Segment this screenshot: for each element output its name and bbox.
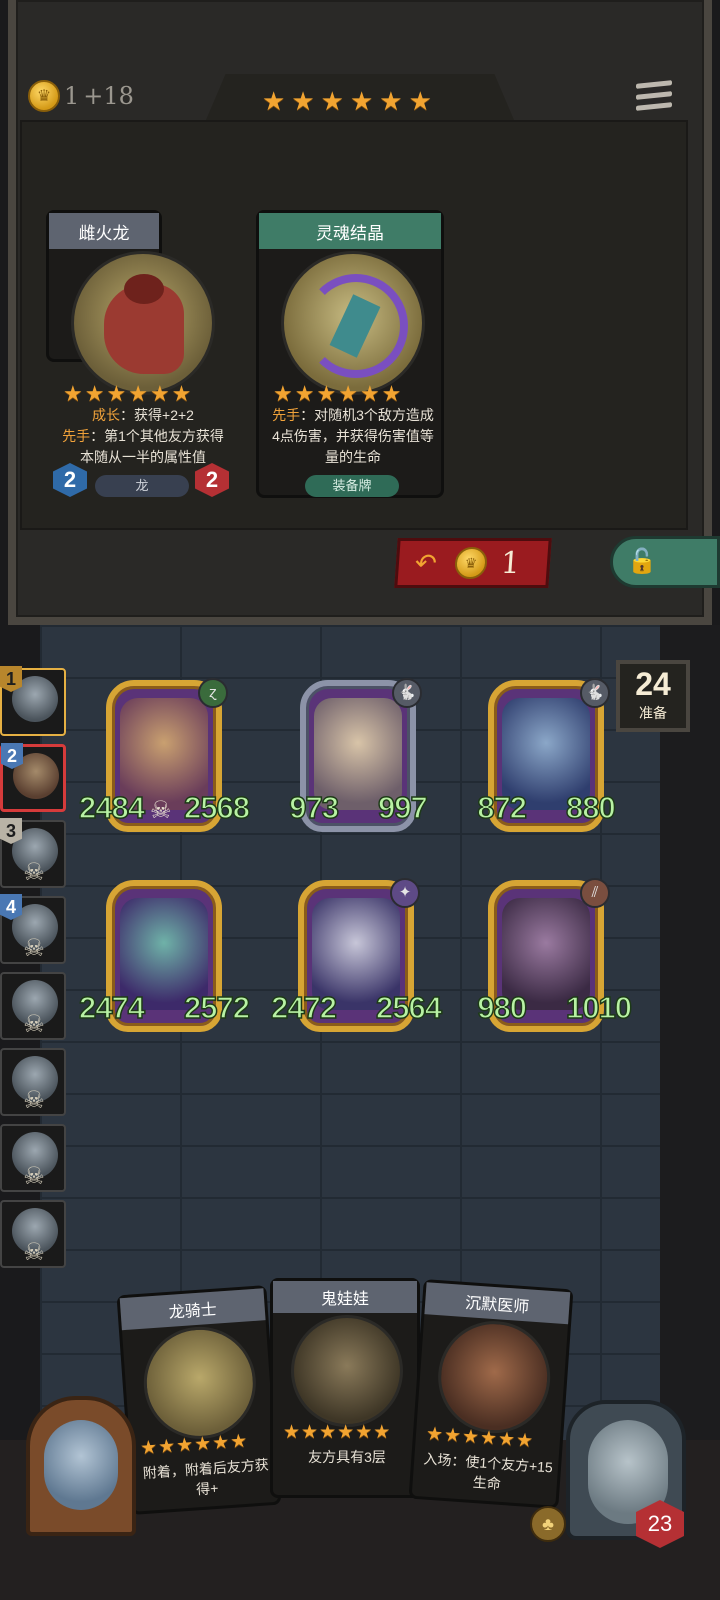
hero-power-button[interactable]: ♣ [530, 1506, 566, 1542]
card-art-crystal [281, 251, 425, 395]
board-minion[interactable]: 🐇 872 880 [477, 678, 616, 832]
gold-coin-icon: ♛ [28, 80, 60, 112]
player-slot-dead[interactable]: ☠ [0, 1048, 66, 1116]
rank-badge: 4 [0, 894, 22, 920]
skull-icon: ☠ [23, 1239, 45, 1266]
card-description: 友方具有3层 [308, 1449, 386, 1465]
card-name: 鬼娃娃 [273, 1281, 417, 1313]
player-slot-opponent[interactable]: 2 [0, 743, 66, 812]
minion-attack: 872 [477, 789, 528, 826]
card-stars: ★ ★ ★ ★ ★ ★ [425, 1423, 534, 1453]
star-icon: ★ [291, 86, 315, 116]
tribe-beast-icon: 🐇 [580, 678, 610, 708]
tribe-arcane-icon: ✦ [390, 878, 420, 908]
board-minion[interactable]: ɀ ☠ 2484 2568 [78, 678, 251, 832]
menu-icon-bar [636, 80, 672, 89]
minion-health: 2564 [375, 989, 442, 1026]
timer-value: 24 [635, 666, 671, 702]
board-minion[interactable]: ⫽ 980 1010 [477, 878, 633, 1032]
refresh-cost: 1 [499, 545, 522, 581]
minion-health: 2572 [183, 989, 250, 1026]
opponent-hero-portrait[interactable] [26, 1396, 136, 1536]
player-slot-dead[interactable]: ☠ [0, 1124, 66, 1192]
shop-card-minion[interactable]: 雌火龙 ★ ★ ★ ★ ★ ★ 成长：获得+2+2 先手：第1个其他友方获得本随从一半的属… [46, 210, 229, 497]
lock-icon: 🔓 [627, 548, 657, 575]
shop-card-equipment[interactable]: 灵魂结晶 ★ ★ ★ ★ ★ ★ 先手：对随机3个敌方造成4点伤害，并获得伤害值等量的生命… [256, 210, 444, 498]
card-stars: ★ ★ ★ ★ ★ ★ [139, 1430, 249, 1460]
minion-attack: 2484 [78, 789, 145, 826]
timer: 24 准备 [616, 660, 690, 732]
hand-card[interactable]: 沉默医师 ★ ★ ★ ★ ★ ★ 入场：使1个友方+15生命 [408, 1279, 574, 1509]
minion-attack: 973 [289, 789, 340, 826]
gold-display: ♛ 1 +18 [28, 80, 134, 112]
card-art [291, 1315, 403, 1427]
card-name: 雌火龙 [49, 213, 159, 249]
star-icon: ★ [379, 86, 403, 116]
gold-income: +18 [83, 82, 134, 110]
tribe-nature-icon: ɀ [198, 678, 228, 708]
player-list: 1 2 ☠ 3 ☠ 4 ☠ ☠ ☠ ☠ [0, 666, 72, 1276]
minion-attack: 2474 [78, 989, 145, 1026]
board-minion[interactable]: 2474 2572 [78, 880, 251, 1032]
star-icon: ★ [349, 86, 374, 116]
card-tribe: 装备牌 [305, 475, 399, 497]
minion-health: 880 [565, 789, 616, 826]
menu-button[interactable] [636, 80, 672, 116]
card-name: 沉默医师 [424, 1282, 571, 1325]
minion-attack: 2472 [270, 989, 337, 1026]
gold-coin-icon: ♛ [453, 547, 489, 579]
card-art [140, 1323, 260, 1443]
card-stars: ★ ★ ★ ★ ★ ★ [63, 381, 192, 406]
player-slot-dead[interactable]: ☠ 4 [0, 894, 66, 964]
rank-badge: 2 [1, 743, 23, 769]
timer-label: 准备 [639, 705, 667, 721]
star-icon: ★ [408, 86, 432, 116]
refresh-button[interactable]: ↶ ♛ 1 [394, 538, 552, 588]
card-art [434, 1317, 554, 1437]
card-art-dragon [71, 251, 215, 395]
minion-health: 2568 [183, 789, 250, 826]
refresh-icon: ↶ [413, 548, 438, 578]
skull-icon: ☠ [23, 859, 45, 886]
tribe-claw-icon: ⫽ [580, 878, 610, 908]
minion-health: 1010 [565, 989, 632, 1026]
skull-icon: ☠ [150, 797, 172, 824]
card-tribe: 龙 [95, 475, 189, 497]
avatar [44, 1420, 118, 1510]
player-slot-self[interactable]: 1 [0, 666, 66, 736]
skull-icon: ☠ [23, 935, 45, 962]
minion-attack: 980 [477, 989, 528, 1026]
player-slot-dead[interactable]: ☠ [0, 1200, 66, 1268]
rank-badge: 1 [0, 666, 22, 692]
card-stars: ★ ★ ★ ★ ★ ★ [283, 1422, 391, 1443]
card-description: 入场：使1个友方+15生命 [423, 1450, 554, 1492]
hand-card[interactable]: 鬼娃娃 ★ ★ ★ ★ ★ ★ 友方具有3层 [270, 1278, 420, 1498]
gold-amount: 1 [64, 82, 80, 110]
skull-icon: ☠ [23, 1011, 45, 1038]
freeze-button[interactable]: 🔓 [610, 536, 720, 588]
rank-badge: 3 [0, 818, 22, 844]
tribe-beast-icon: 🐇 [392, 678, 422, 708]
board-minion[interactable]: ✦ 2472 2564 [270, 878, 443, 1032]
card-description: 先手：对随机3个敌方造成4点伤害，并获得伤害值等量的生命 [272, 407, 434, 465]
board-side-pillar [660, 625, 720, 1445]
hand-card[interactable]: 龙骑士 ★ ★ ★ ★ ★ ★ 附着，附着后友方获得+ [116, 1285, 282, 1515]
skull-icon: ☠ [23, 1087, 45, 1114]
card-description: 成长：获得+2+2 先手：第1个其他友方获得本随从一半的属性值 [62, 407, 224, 465]
card-stars: ★ ★ ★ ★ ★ ★ [273, 381, 402, 406]
card-name: 龙骑士 [119, 1288, 266, 1331]
card-name: 灵魂结晶 [259, 213, 441, 249]
player-slot-dead[interactable]: ☠ 3 [0, 818, 66, 888]
menu-icon-bar [636, 91, 672, 100]
menu-icon-bar [636, 102, 672, 111]
board-minion[interactable]: 🐇 973 997 [289, 678, 428, 832]
star-icon: ★ [320, 86, 344, 116]
card-description: 附着，附着后友方获得+ [142, 1456, 270, 1498]
skull-icon: ☠ [23, 1163, 45, 1190]
star-icon: ★ [262, 86, 286, 116]
tavern-tier-stars: ★ ★ ★ ★ ★ ★ [262, 88, 432, 114]
player-slot-dead[interactable]: ☠ [0, 972, 66, 1040]
minion-health: 997 [377, 789, 428, 826]
